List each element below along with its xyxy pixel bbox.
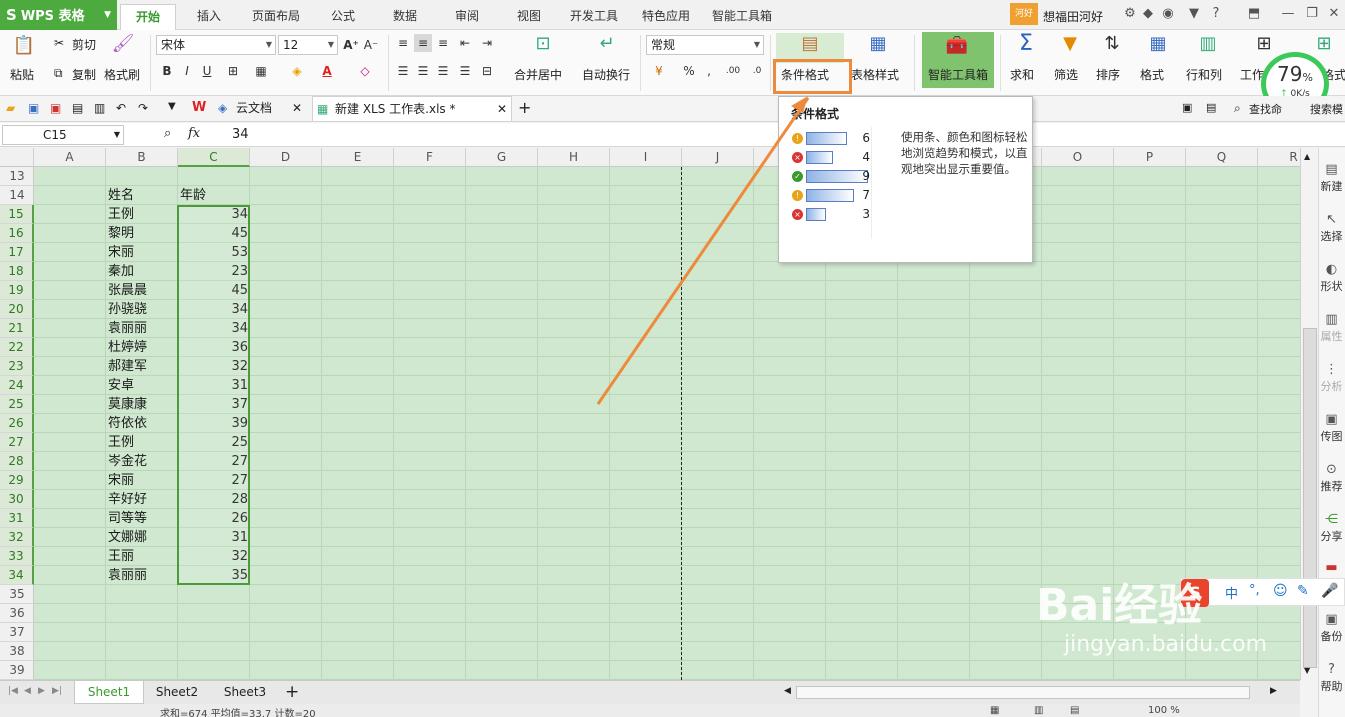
baidu-watermark: Bai经验 jingyan.baidu.com [1030, 580, 1290, 690]
pen-icon[interactable]: ✎ [1297, 583, 1309, 599]
watermark-brand: Bai经验 [1036, 580, 1203, 631]
arrow-line [596, 97, 810, 405]
watermark-url: jingyan.baidu.com [1064, 632, 1268, 657]
mic-icon[interactable]: 🎤 [1321, 583, 1338, 599]
arrow-head [791, 96, 808, 113]
